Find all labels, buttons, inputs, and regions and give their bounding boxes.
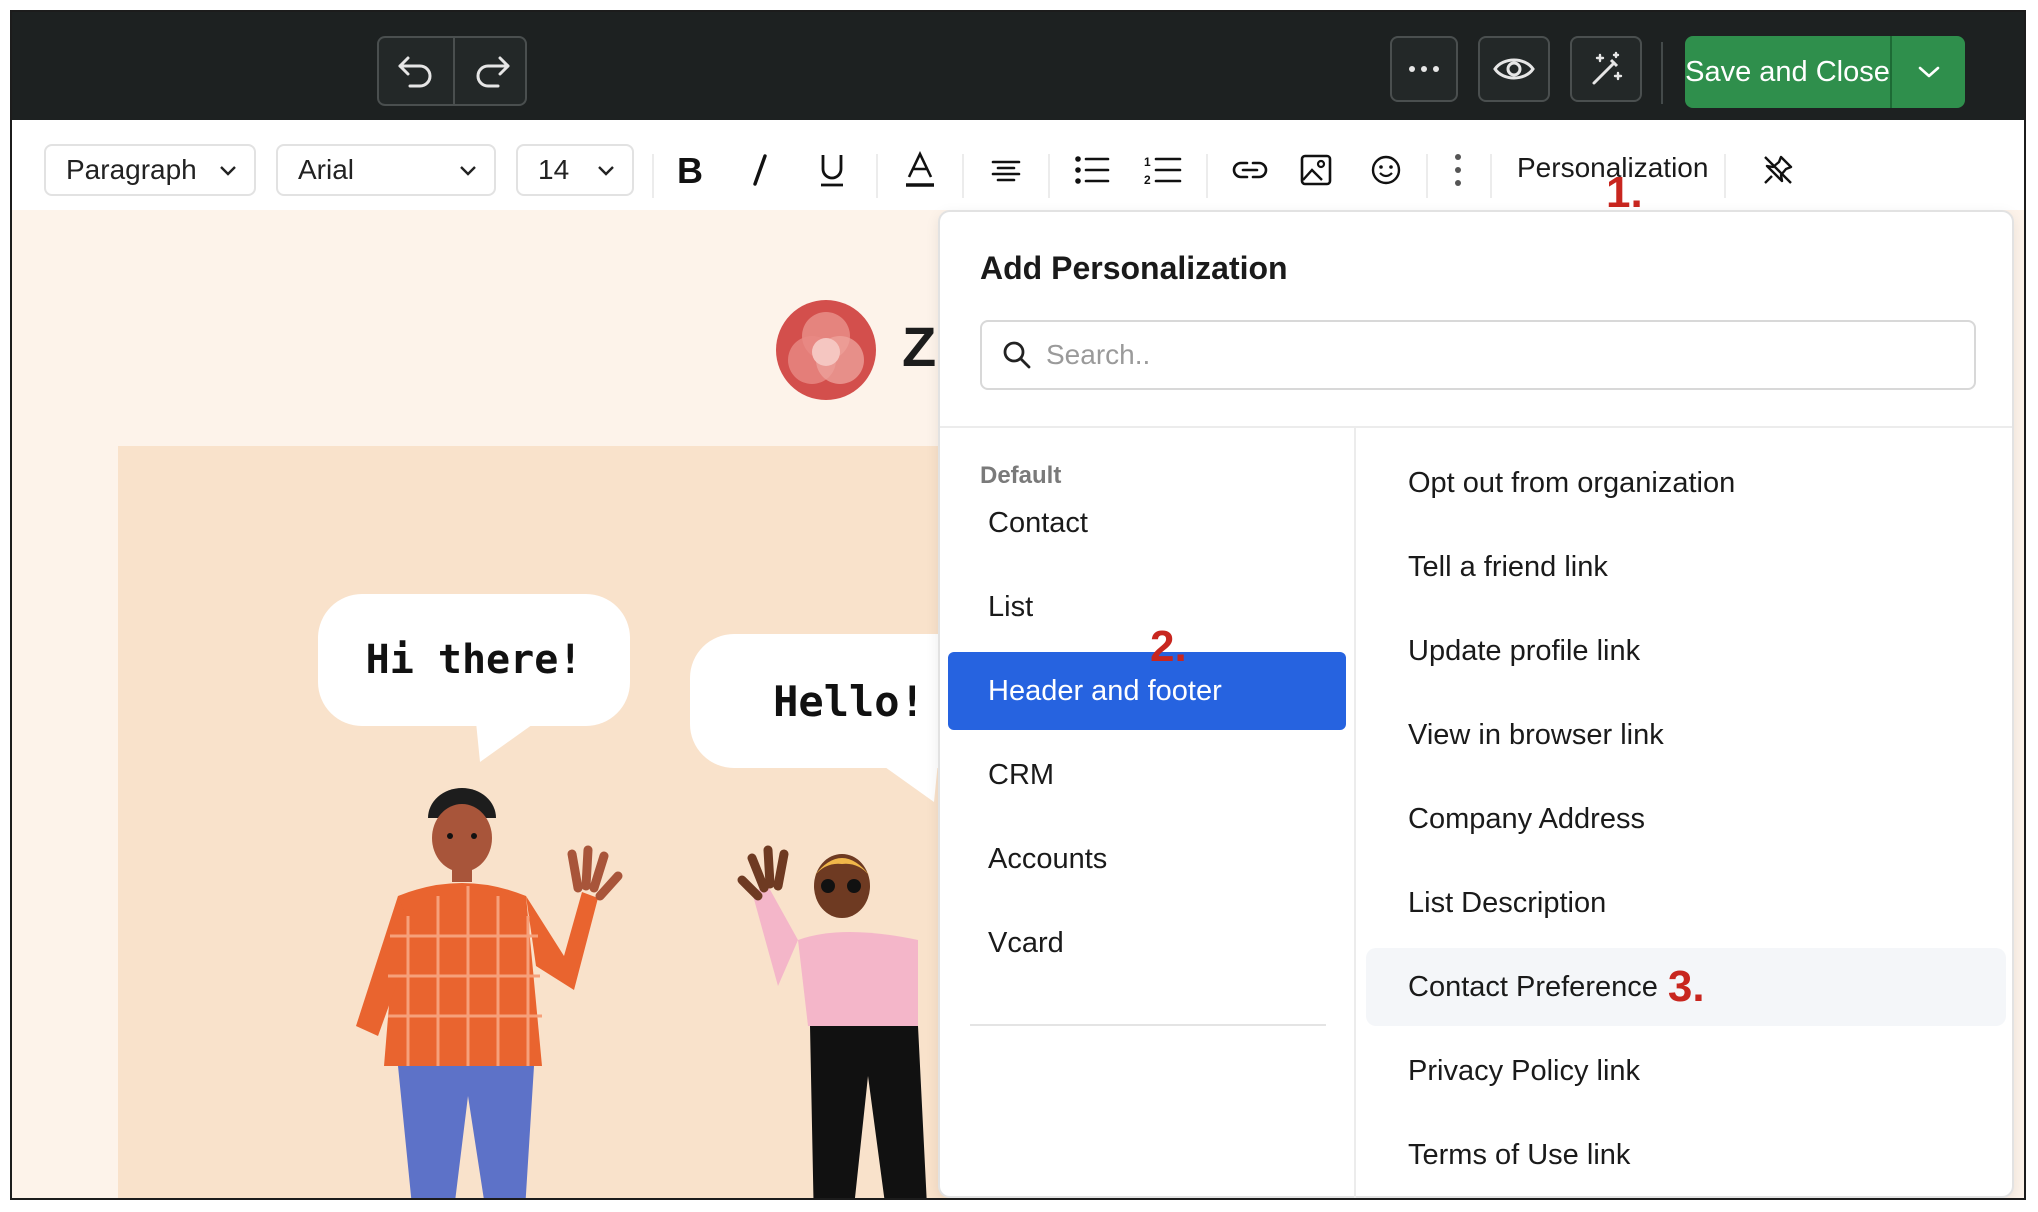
align-center-icon — [991, 160, 1021, 182]
font-dropdown[interactable]: Arial — [276, 144, 496, 196]
bullet-list-button[interactable] — [1062, 144, 1122, 196]
undo-icon — [398, 56, 432, 88]
emoji-icon — [1371, 155, 1401, 185]
person-illustration-female — [737, 845, 927, 1198]
category-list[interactable]: List — [948, 568, 1346, 646]
field-privacy-policy-link[interactable]: Privacy Policy link — [1366, 1032, 2006, 1110]
redo-button[interactable] — [455, 38, 529, 104]
chevron-down-icon — [598, 166, 614, 176]
brand-logo — [776, 300, 876, 400]
undo-redo-group — [377, 36, 527, 106]
more-vertical-icon — [1455, 154, 1461, 186]
save-options-dropdown[interactable] — [1892, 65, 1965, 79]
speech-bubble-hi-text: Hi there! — [365, 637, 583, 683]
field-contact-preference-label: Contact Preference — [1408, 970, 1658, 1003]
magic-wand-icon — [1592, 51, 1623, 85]
step-marker-3: 3. — [1667, 962, 1705, 1011]
brand-name-fragment: Z — [902, 315, 937, 378]
unpin-button[interactable] — [1750, 144, 1806, 196]
step-marker-2: 2. — [1150, 622, 1187, 671]
link-icon — [1232, 161, 1268, 179]
speech-bubble-hello-text: Hello! — [773, 676, 925, 726]
top-bar: Save and Close — [12, 12, 2024, 120]
save-and-close-label: Save and Close — [1685, 55, 1890, 88]
insert-emoji-button[interactable] — [1358, 144, 1414, 196]
svg-text:2: 2 — [1144, 173, 1151, 186]
field-tell-a-friend-link[interactable]: Tell a friend link — [1366, 528, 2006, 606]
field-list-description[interactable]: List Description — [1366, 864, 2006, 942]
speech-bubble-hi: Hi there! — [318, 594, 630, 726]
save-and-close-button[interactable]: Save and Close — [1685, 36, 1965, 108]
underline-button[interactable] — [804, 144, 860, 196]
field-update-profile-link[interactable]: Update profile link — [1366, 612, 2006, 690]
undo-button[interactable] — [379, 38, 453, 104]
font-size-dropdown[interactable]: 14 — [516, 144, 634, 196]
category-header-and-footer[interactable]: Header and footer — [948, 652, 1346, 730]
category-vcard[interactable]: Vcard — [948, 904, 1346, 982]
unpin-icon — [1764, 155, 1793, 184]
align-button[interactable] — [976, 144, 1036, 196]
format-toolbar: Paragraph Arial 14 B 1 2 Personalization… — [12, 120, 2024, 217]
numbered-list-icon: 12 — [1144, 155, 1182, 186]
italic-button[interactable] — [732, 144, 788, 196]
personalization-popup: Add Personalization Default Contact List… — [938, 210, 2014, 1198]
field-view-in-browser-link[interactable]: View in browser link — [1366, 696, 2006, 774]
font-size-label: 14 — [538, 154, 570, 185]
bullet-list-icon — [1075, 156, 1110, 184]
bubble-tail — [878, 762, 938, 802]
more-options-button[interactable] — [1390, 36, 1458, 102]
bold-button[interactable]: B — [662, 144, 718, 196]
insert-image-button[interactable] — [1288, 144, 1344, 196]
svg-text:B: B — [677, 153, 703, 187]
person-illustration-male — [356, 788, 623, 1198]
category-crm[interactable]: CRM — [948, 736, 1346, 814]
font-dropdown-label: Arial — [298, 154, 355, 185]
paragraph-dropdown-label: Paragraph — [66, 154, 197, 185]
image-icon — [1300, 154, 1332, 186]
paragraph-dropdown[interactable]: Paragraph — [44, 144, 256, 196]
chevron-down-icon — [220, 166, 236, 176]
chevron-down-icon — [1918, 66, 1939, 78]
redo-icon — [476, 56, 510, 88]
category-contact[interactable]: Contact — [948, 484, 1346, 562]
magic-wand-button[interactable] — [1570, 36, 1642, 102]
bubble-tail — [476, 722, 536, 762]
numbered-list-button[interactable]: 12 — [1132, 144, 1194, 196]
more-tools-button[interactable] — [1438, 144, 1478, 196]
preview-eye-icon — [1493, 58, 1535, 80]
bold-icon: B — [677, 153, 703, 187]
preview-button[interactable] — [1478, 36, 1550, 102]
underline-icon — [821, 155, 843, 187]
search-icon — [1003, 341, 1031, 369]
popup-title: Add Personalization — [980, 250, 1288, 286]
text-color-button[interactable] — [890, 144, 950, 196]
search-field[interactable] — [980, 320, 1976, 390]
field-company-address[interactable]: Company Address — [1366, 780, 2006, 858]
svg-text:1: 1 — [1144, 155, 1151, 169]
field-contact-preference[interactable]: Contact Preference 3. — [1366, 948, 2006, 1026]
italic-icon — [753, 154, 767, 186]
field-terms-of-use-link[interactable]: Terms of Use link — [1366, 1116, 2006, 1194]
search-input[interactable] — [1044, 338, 1948, 372]
chevron-down-icon — [460, 166, 476, 176]
more-icon — [1409, 66, 1439, 72]
text-color-icon — [906, 151, 934, 187]
category-accounts[interactable]: Accounts — [948, 820, 1346, 898]
field-opt-out-from-organization[interactable]: Opt out from organization — [1366, 444, 2006, 522]
editor-window: Save and Close Paragraph Arial 14 B 1 2 … — [10, 10, 2026, 1200]
insert-link-button[interactable] — [1220, 144, 1280, 196]
